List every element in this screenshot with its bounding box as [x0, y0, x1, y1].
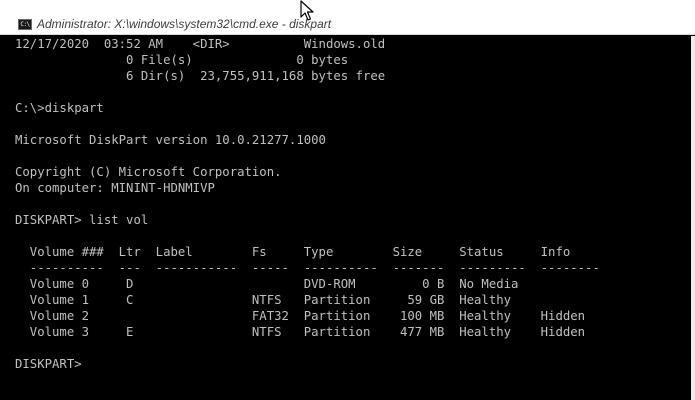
console-line: 12/17/2020 03:52 AM <DIR> Windows.old — [15, 37, 386, 51]
vertical-scrollbar[interactable] — [691, 36, 695, 400]
console-output[interactable]: 12/17/2020 03:52 AM <DIR> Windows.old 0 … — [15, 36, 690, 400]
console-line: DISKPART> list vol — [15, 213, 149, 227]
console-line: 0 File(s) 0 bytes — [15, 53, 349, 67]
mouse-pointer-icon — [300, 0, 314, 21]
console-line: Microsoft DiskPart version 10.0.21277.10… — [15, 133, 326, 147]
cmd-window: C:\ Administrator: X:\windows\system32\c… — [0, 0, 695, 400]
volume-table-header: Volume ### Ltr Label Fs Type Size Status… — [15, 245, 571, 259]
volume-table-row: Volume 2 FAT32 Partition 100 MB Healthy … — [15, 309, 586, 323]
console-line: Copyright (C) Microsoft Corporation. — [15, 165, 282, 179]
volume-table-row: Volume 1 C NTFS Partition 59 GB Healthy — [15, 293, 512, 307]
volume-table-row: Volume 0 D DVD-ROM 0 B No Media — [15, 277, 519, 291]
console-line: 6 Dir(s) 23,755,911,168 bytes free — [15, 69, 386, 83]
command-prompt[interactable]: DISKPART> — [15, 356, 690, 372]
volume-table-row: Volume 3 E NTFS Partition 477 MB Healthy… — [15, 325, 586, 339]
console-line: On computer: MININT-HDNMIVP — [15, 181, 215, 195]
cmd-console-icon: C:\ — [18, 19, 32, 30]
window-title: Administrator: X:\windows\system32\cmd.e… — [37, 17, 332, 31]
title-bar[interactable]: C:\ Administrator: X:\windows\system32\c… — [0, 0, 695, 35]
console-line: C:\>diskpart — [15, 101, 104, 115]
volume-table-separator: ---------- --- ----------- ----- -------… — [15, 261, 600, 275]
